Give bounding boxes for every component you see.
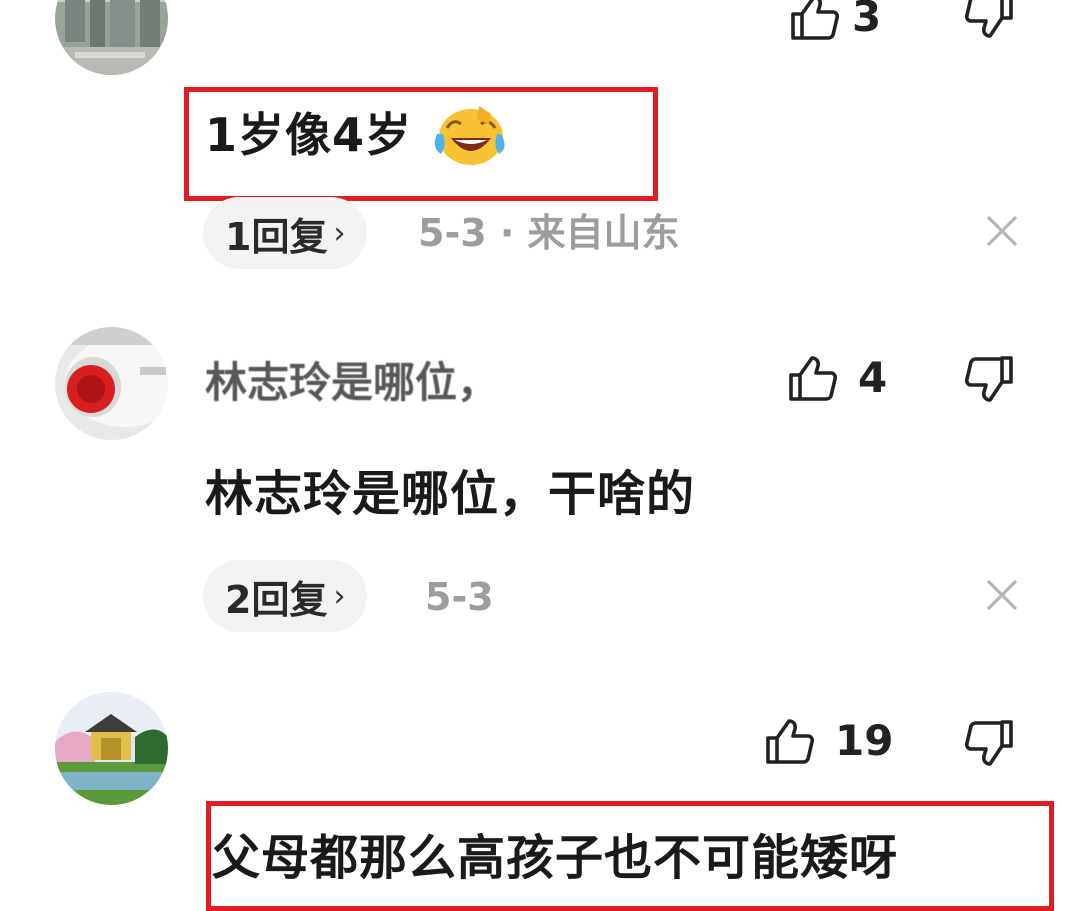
username[interactable]: 林志玲是哪位， [205,362,499,404]
comment-meta: 5-3 [425,575,494,619]
close-icon[interactable] [984,577,1020,613]
avatar[interactable] [55,0,168,75]
like-button[interactable]: 4 [788,355,887,401]
reply-label: 2回复 [225,577,328,622]
comment-text: 父母都那么高孩子也不可能矮呀 [212,830,899,886]
thumbs-down-icon[interactable] [962,356,1014,404]
chevron-right-icon: › [333,578,346,614]
highlight-box [184,87,658,201]
avatar[interactable] [55,327,168,440]
avatar[interactable] [55,692,168,805]
thumbs-down-icon[interactable] [962,0,1014,40]
thumbs-up-icon [765,718,815,764]
reply-button[interactable]: 1回复 › [203,197,368,269]
like-count: 19 [835,716,894,765]
comment-text: 林志玲是哪位，干啥的 [205,466,696,522]
reply-button[interactable]: 2回复 › [203,560,368,632]
like-count: 4 [858,353,888,402]
thumbs-up-icon [790,0,840,40]
like-count: 3 [852,0,882,41]
thumbs-up-icon [788,355,838,401]
like-button[interactable]: 19 [765,718,893,764]
chevron-right-icon: › [333,215,346,251]
like-button[interactable]: 3 [790,0,881,40]
close-icon[interactable] [984,213,1020,249]
thumbs-down-icon[interactable] [962,720,1014,768]
comment-meta: 5-3 · 来自山东 [418,211,680,255]
reply-label: 1回复 [225,214,328,259]
comment-item: 19 父母都那么高孩子也不可能矮呀 [0,0,1080,911]
